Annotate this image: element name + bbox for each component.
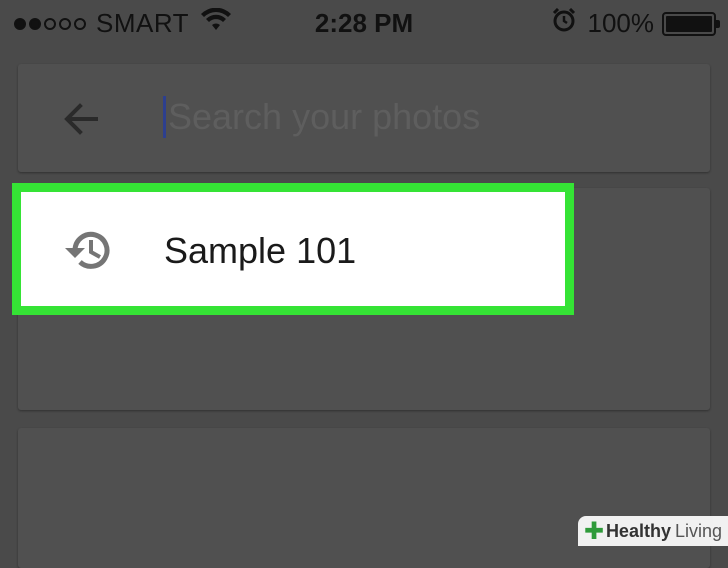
suggestion-label: Sample 101 bbox=[164, 230, 357, 271]
battery-percent: 100% bbox=[587, 8, 655, 38]
watermark-bold: Healthy bbox=[605, 520, 671, 541]
status-bar: SMART 2:28 PM 100% bbox=[0, 0, 728, 46]
watermark-logo: ✚ Healthy Living bbox=[577, 516, 728, 546]
suggestion-item[interactable]: Sample 101 bbox=[12, 183, 574, 315]
search-input[interactable] bbox=[166, 88, 690, 146]
plus-icon: ✚ bbox=[583, 517, 604, 545]
alarm-clock-icon bbox=[552, 7, 576, 39]
search-bar bbox=[18, 64, 710, 172]
status-right: 100% bbox=[552, 7, 720, 39]
battery-icon bbox=[662, 11, 720, 36]
bottom-panel bbox=[18, 428, 710, 568]
arrow-left-icon bbox=[64, 103, 98, 135]
watermark-light: Living bbox=[674, 520, 722, 541]
history-icon bbox=[65, 231, 110, 269]
back-button[interactable] bbox=[56, 94, 106, 144]
